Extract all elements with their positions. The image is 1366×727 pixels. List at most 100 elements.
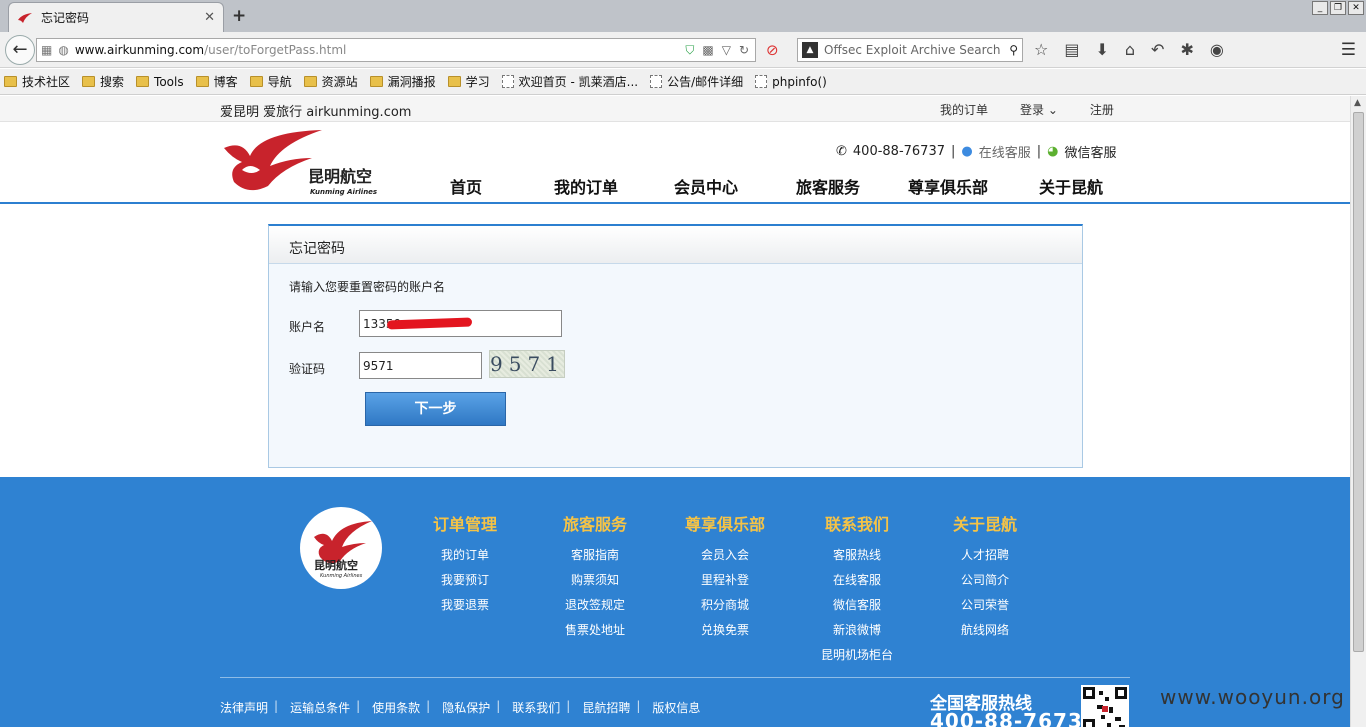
nav-item[interactable]: 旅客服务	[796, 174, 860, 198]
footer-bottom-link[interactable]: 使用条款	[372, 699, 420, 716]
reading-list-icon[interactable]: ▤	[1064, 40, 1079, 59]
addon-icon[interactable]: ◉	[1210, 40, 1224, 59]
footer-link[interactable]: 我要退票	[400, 593, 530, 618]
footer-bottom-link[interactable]: 联系我们	[512, 699, 560, 716]
search-engine-icon[interactable]: ▲	[802, 42, 818, 58]
qr-code-icon[interactable]: ▩	[702, 43, 713, 58]
top-links: 我的订单 登录 ⌄ 注册	[940, 101, 1114, 118]
page-icon	[650, 75, 663, 88]
footer-link[interactable]: 航线网络	[920, 618, 1050, 643]
footer-logo-en: Kunming Airlines	[320, 573, 363, 579]
footer-link[interactable]: 兑换免票	[660, 618, 790, 643]
scrollbar-thumb[interactable]	[1353, 112, 1364, 652]
search-magnifier-icon[interactable]: ⚲	[1009, 43, 1018, 57]
top-link-orders[interactable]: 我的订单	[940, 101, 988, 118]
captcha-input[interactable]	[359, 352, 482, 379]
bookmark-item[interactable]: Tools	[136, 75, 184, 89]
kunming-airlines-logo[interactable]: 昆明航空 Kunming Airlines	[220, 126, 385, 196]
footer-bottom-link[interactable]: 隐私保护	[442, 699, 490, 716]
page-scrollbar[interactable]: ▲	[1350, 96, 1366, 727]
footer-link[interactable]: 我的订单	[400, 543, 530, 568]
phone-icon: ✆	[836, 144, 847, 159]
online-service-link[interactable]: 在线客服	[979, 142, 1031, 161]
captcha-label: 验证码	[289, 362, 326, 376]
scroll-up-icon[interactable]: ▲	[1354, 98, 1361, 108]
url-text[interactable]: www.airkunming.com/user/toForgetPass.htm…	[75, 43, 680, 57]
top-link-register[interactable]: 注册	[1090, 101, 1114, 118]
footer-link[interactable]: 在线客服	[792, 568, 922, 593]
search-bar[interactable]: ▲ Offsec Exploit Archive Search ⚲	[797, 38, 1023, 62]
new-tab-icon[interactable]: +	[232, 6, 246, 26]
close-window-icon[interactable]: ✕	[1348, 1, 1364, 15]
hamburger-menu-icon[interactable]: ☰	[1341, 40, 1356, 60]
bookmark-star-icon[interactable]: ☆	[1034, 40, 1048, 59]
nav-item[interactable]: 会员中心	[674, 174, 738, 198]
bookmark-item[interactable]: 技术社区	[4, 73, 70, 90]
bookmark-item[interactable]: 资源站	[303, 73, 358, 90]
footer-column: 联系我们 客服热线 在线客服 微信客服 新浪微博 昆明机场柜台	[792, 511, 922, 668]
footer-link[interactable]: 里程补登	[660, 568, 790, 593]
bookmarks-bar: 技术社区 搜索 Tools 博客 导航 资源站 漏洞播报 学习 欢迎首页 - 凯莱酒店... 公告…	[0, 69, 1366, 95]
bookmark-label: 博客	[213, 75, 238, 89]
footer-bottom-link[interactable]: 版权信息	[652, 699, 700, 716]
footer-link[interactable]: 微信客服	[792, 593, 922, 618]
footer-bottom-link[interactable]: 法律声明	[220, 699, 268, 716]
footer-link[interactable]: 客服指南	[530, 543, 660, 568]
wechat-service-link[interactable]: 微信客服	[1064, 142, 1116, 161]
footer-link[interactable]: 购票须知	[530, 568, 660, 593]
footer-link[interactable]: 我要预订	[400, 568, 530, 593]
nav-item[interactable]: 我的订单	[554, 174, 618, 198]
url-bar-icons: ⛉ ▩ ▽ ↻	[685, 43, 755, 58]
bookmark-item[interactable]: 导航	[249, 73, 292, 90]
nav-item[interactable]: 首页	[450, 174, 482, 198]
separator: |	[426, 699, 431, 713]
nav-item[interactable]: 关于昆航	[1039, 174, 1103, 198]
nav-item[interactable]: 尊享俱乐部	[908, 174, 988, 198]
footer-link[interactable]: 新浪微博	[792, 618, 922, 643]
footer-link[interactable]: 昆明机场柜台	[792, 643, 922, 668]
search-input[interactable]: Offsec Exploit Archive Search	[824, 43, 1003, 57]
noscript-block-icon[interactable]: ⊘	[766, 41, 779, 59]
undo-icon[interactable]: ↶	[1151, 40, 1164, 59]
home-icon[interactable]: ⌂	[1125, 40, 1135, 59]
footer-link[interactable]: 公司简介	[920, 568, 1050, 593]
bookmark-item[interactable]: 博客	[195, 73, 238, 90]
captcha-image[interactable]: 9571	[489, 350, 565, 378]
footer-link[interactable]: 公司荣誉	[920, 593, 1050, 618]
footer-link[interactable]: 积分商城	[660, 593, 790, 618]
firebug-icon[interactable]: ✱	[1180, 40, 1193, 59]
next-step-button[interactable]: 下一步	[365, 392, 506, 426]
dropdown-arrow-icon[interactable]: ▽	[722, 43, 731, 58]
tab-title: 忘记密码	[41, 11, 90, 25]
footer-link[interactable]: 售票处地址	[530, 618, 660, 643]
top-link-login[interactable]: 登录 ⌄	[1020, 101, 1058, 118]
bookmark-item[interactable]: phpinfo()	[755, 75, 827, 89]
download-icon[interactable]: ⬇	[1095, 40, 1108, 59]
footer-link[interactable]: 人才招聘	[920, 543, 1050, 568]
minimize-icon[interactable]: _	[1312, 1, 1328, 15]
globe-icon: ◍	[58, 43, 69, 57]
back-arrow-icon[interactable]: ←	[5, 35, 35, 65]
footer-bottom-link[interactable]: 昆航招聘	[582, 699, 630, 716]
footer-bottom-link[interactable]: 运输总条件	[290, 699, 350, 716]
folder-icon	[249, 76, 263, 87]
footer-link[interactable]: 退改签规定	[530, 593, 660, 618]
url-bar[interactable]: ▦ ◍ www.airkunming.com/user/toForgetPass…	[36, 38, 756, 62]
tab-close-icon[interactable]: ✕	[204, 10, 215, 25]
footer-column-title: 关于昆航	[952, 515, 1017, 534]
shield-icon[interactable]: ⛉	[685, 43, 694, 58]
account-label: 账户名	[289, 320, 326, 334]
reload-icon[interactable]: ↻	[739, 43, 749, 58]
bookmark-item[interactable]: 漏洞播报	[369, 73, 436, 90]
browser-tab[interactable]: 忘记密码 ✕	[8, 2, 224, 32]
bookmark-item[interactable]: 搜索	[82, 73, 124, 90]
bookmark-item[interactable]: 欢迎首页 - 凯莱酒店...	[501, 73, 638, 90]
bookmark-item[interactable]: 学习	[447, 73, 490, 90]
folder-icon	[369, 76, 383, 87]
footer-link[interactable]: 会员入会	[660, 543, 790, 568]
qr-code-icon	[1081, 685, 1129, 727]
footer-logo[interactable]: 昆明航空 Kunming Airlines	[300, 507, 382, 589]
footer-link[interactable]: 客服热线	[792, 543, 922, 568]
restore-icon[interactable]: ❐	[1330, 1, 1346, 15]
bookmark-item[interactable]: 公告/邮件详细	[650, 73, 743, 90]
